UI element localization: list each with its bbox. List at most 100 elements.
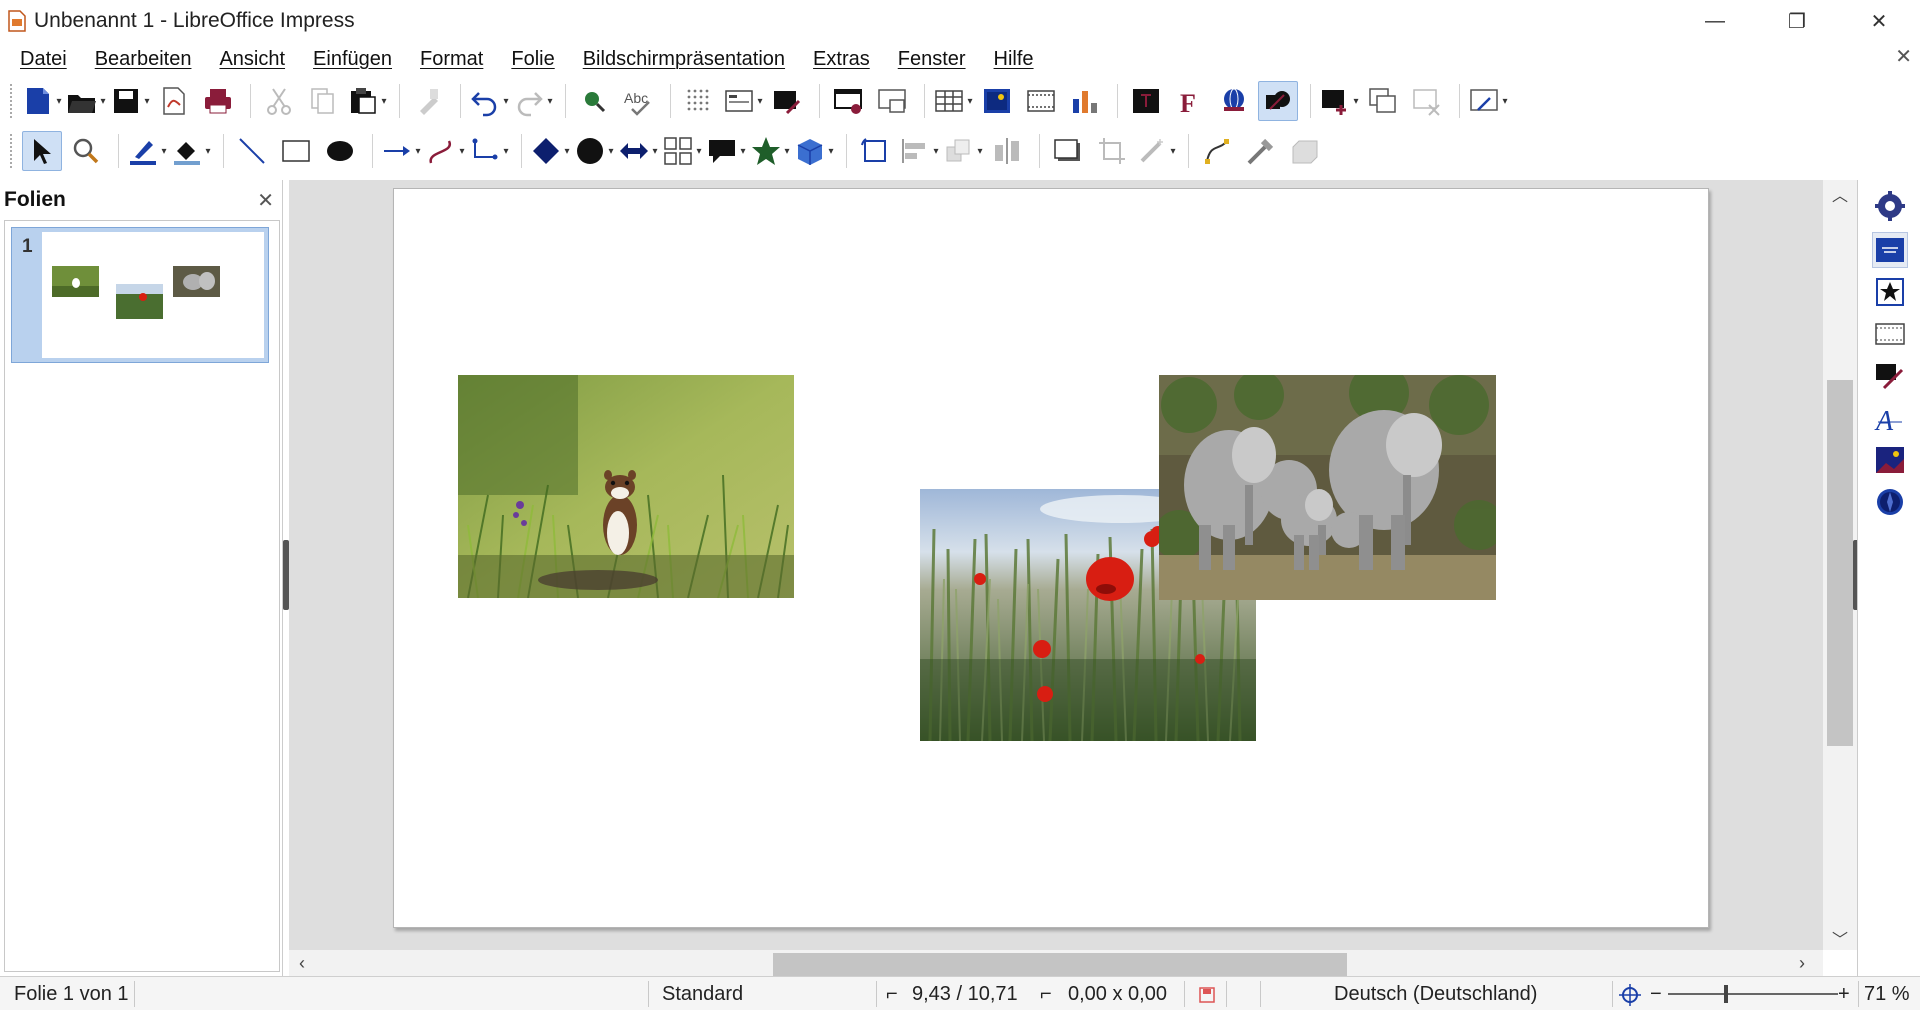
zoom-in-button[interactable]: + (1838, 981, 1850, 1007)
distribute-icon[interactable] (987, 131, 1027, 171)
menu-bildschirmpraesentation[interactable]: Bildschirmpräsentation (569, 48, 799, 71)
glue-points-icon[interactable] (1241, 131, 1281, 171)
shadow-icon[interactable] (1048, 131, 1088, 171)
redo-icon[interactable]: ▾ (513, 81, 553, 121)
stoat-image[interactable] (458, 375, 794, 598)
navigator-icon[interactable] (1872, 484, 1908, 520)
toggle-extrusion-icon[interactable] (1285, 131, 1325, 171)
connector-icon[interactable]: ▾ (469, 131, 509, 171)
slide-transition-icon[interactable] (1872, 232, 1908, 268)
menu-folie[interactable]: Folie (497, 48, 568, 71)
select-icon[interactable] (22, 131, 62, 171)
toolbar-grip[interactable] (10, 134, 14, 168)
master-slides-icon[interactable] (767, 81, 807, 121)
menu-ansicht[interactable]: Ansicht (205, 48, 299, 71)
zoom-out-button[interactable]: − (1650, 981, 1662, 1007)
basic-shapes-icon[interactable]: ▾ (530, 131, 570, 171)
properties-icon[interactable] (1872, 188, 1908, 224)
chart-icon[interactable] (1065, 81, 1105, 121)
start-first-slide-icon[interactable] (828, 81, 868, 121)
curve-icon[interactable]: ▾ (425, 131, 465, 171)
fill-color-icon[interactable]: ▾ (171, 131, 211, 171)
rectangle-icon[interactable] (276, 131, 316, 171)
cut-icon[interactable] (259, 81, 299, 121)
language[interactable]: Deutsch (Deutschland) (1334, 981, 1537, 1007)
points-icon[interactable] (1197, 131, 1237, 171)
document-modified-icon[interactable] (1198, 985, 1216, 1003)
save-icon[interactable]: ▾ (110, 81, 150, 121)
open-icon[interactable]: ▾ (66, 81, 106, 121)
fit-slide-icon[interactable] (1618, 983, 1642, 1009)
paste-icon[interactable]: ▾ (347, 81, 387, 121)
horizontal-scrollbar[interactable]: ‹ › (289, 950, 1823, 977)
start-current-slide-icon[interactable] (872, 81, 912, 121)
zoom-pan-icon[interactable] (66, 131, 106, 171)
new-slide-icon[interactable]: ▾ (1319, 81, 1359, 121)
animation-icon[interactable] (1872, 274, 1908, 310)
find-icon[interactable] (574, 81, 614, 121)
new-icon[interactable]: ▾ (22, 81, 62, 121)
image-icon[interactable] (977, 81, 1017, 121)
textbox-icon[interactable] (1126, 81, 1166, 121)
3d-objects-icon[interactable]: ▾ (794, 131, 834, 171)
print-icon[interactable] (198, 81, 238, 121)
vertical-scrollbar[interactable]: ︿ ﹀ (1823, 180, 1857, 950)
symbol-shapes-icon[interactable]: ▾ (574, 131, 614, 171)
menu-einfuegen[interactable]: Einfügen (299, 48, 406, 71)
minimize-button[interactable]: — (1674, 0, 1756, 42)
close-document-button[interactable]: ✕ (1895, 44, 1912, 69)
arrange-icon[interactable]: ▾ (943, 131, 983, 171)
align-icon[interactable]: ▾ (899, 131, 939, 171)
slide-layout-icon[interactable]: ▾ (1468, 81, 1508, 121)
master-slide-name[interactable]: Standard (662, 981, 743, 1007)
styles-font-icon[interactable]: A (1872, 400, 1908, 436)
horizontal-scroll-thumb[interactable] (773, 953, 1347, 977)
gallery-icon[interactable] (1872, 442, 1908, 478)
line-icon[interactable] (232, 131, 272, 171)
hyperlink-icon[interactable] (1214, 81, 1254, 121)
slide[interactable] (393, 188, 1709, 928)
show-draw-functions-icon[interactable] (1258, 81, 1298, 121)
elephants-image[interactable] (1159, 375, 1496, 600)
close-pane-icon[interactable]: ✕ (257, 188, 274, 213)
display-views-icon[interactable]: ▾ (723, 81, 763, 121)
menu-extras[interactable]: Extras (799, 48, 884, 71)
clone-formatting-icon[interactable] (408, 81, 448, 121)
rotate-icon[interactable] (855, 131, 895, 171)
close-window-button[interactable]: ✕ (1838, 0, 1920, 42)
menu-hilfe[interactable]: Hilfe (980, 48, 1048, 71)
filter-icon[interactable]: ▾ (1136, 131, 1176, 171)
table-icon[interactable]: ▾ (933, 81, 973, 121)
zoom-slider-knob[interactable] (1724, 985, 1728, 1003)
export-pdf-icon[interactable] (154, 81, 194, 121)
grid-icon[interactable] (679, 81, 719, 121)
crop-icon[interactable] (1092, 131, 1132, 171)
stars-icon[interactable]: ▾ (750, 131, 790, 171)
menu-fenster[interactable]: Fenster (884, 48, 980, 71)
duplicate-slide-icon[interactable] (1363, 81, 1403, 121)
scroll-up-icon[interactable]: ︿ (1823, 182, 1857, 206)
zoom-level[interactable]: 71 % (1864, 981, 1910, 1007)
zoom-slider[interactable] (1668, 985, 1838, 1003)
line-color-icon[interactable]: ▾ (127, 131, 167, 171)
spelling-icon[interactable]: Abc (618, 81, 658, 121)
block-arrows-icon[interactable]: ▾ (618, 131, 658, 171)
arrow-line-icon[interactable]: ▾ (381, 131, 421, 171)
ellipse-icon[interactable] (320, 131, 360, 171)
master-slides-panel-icon[interactable] (1872, 316, 1908, 352)
delete-slide-icon[interactable] (1407, 81, 1447, 121)
copy-icon[interactable] (303, 81, 343, 121)
vertical-scroll-thumb[interactable] (1827, 380, 1853, 746)
slide-thumbnail[interactable]: 1 (11, 227, 269, 363)
menu-datei[interactable]: Datei (6, 48, 81, 71)
toolbar-grip[interactable] (10, 84, 14, 118)
media-icon[interactable] (1021, 81, 1061, 121)
scroll-right-icon[interactable]: › (1799, 950, 1805, 976)
flowchart-icon[interactable]: ▾ (662, 131, 702, 171)
restore-button[interactable]: ❐ (1756, 0, 1838, 42)
style-icon[interactable] (1872, 358, 1908, 394)
callouts-icon[interactable]: ▾ (706, 131, 746, 171)
fontwork-icon[interactable]: F (1170, 81, 1210, 121)
scroll-down-icon[interactable]: ﹀ (1823, 926, 1857, 950)
scroll-left-icon[interactable]: ‹ (299, 950, 305, 976)
